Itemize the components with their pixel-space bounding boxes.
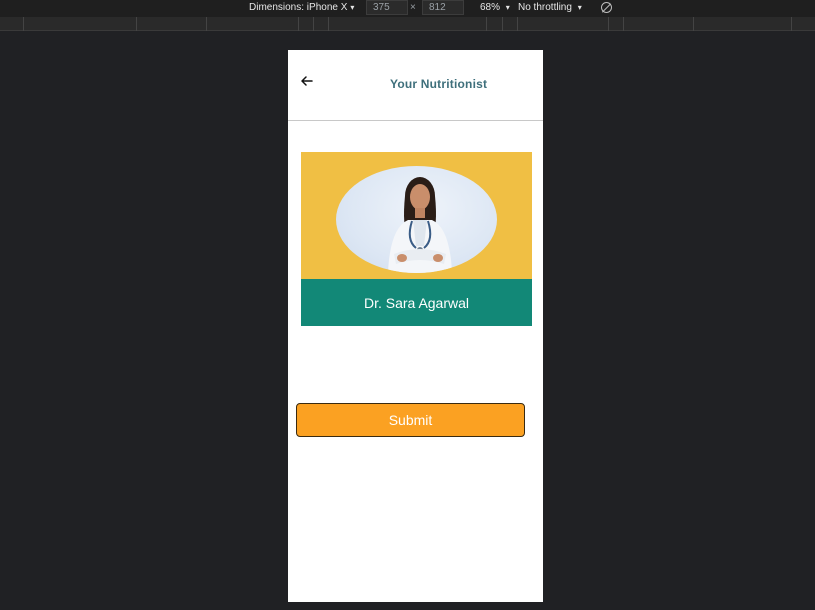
viewport-width-input[interactable]: 375 bbox=[366, 0, 408, 15]
viewport-height-input[interactable]: 812 bbox=[422, 0, 464, 15]
mobile-viewport: Your Nutritionist Dr. Sara Agarwal Submi… bbox=[288, 50, 543, 602]
submit-button[interactable]: Submit bbox=[296, 403, 525, 437]
back-button[interactable] bbox=[298, 72, 316, 90]
chevron-down-icon: ▾ bbox=[350, 3, 355, 12]
devtools-toolbar: Dimensions: iPhone X ▾ 375 × 812 68% ▾ No… bbox=[0, 0, 815, 17]
arrow-left-icon bbox=[301, 76, 313, 86]
rotate-icon[interactable] bbox=[601, 2, 612, 13]
chevron-down-icon: ▾ bbox=[505, 3, 510, 12]
throttling-label: No throttling bbox=[518, 2, 572, 13]
media-query-ruler[interactable] bbox=[0, 17, 815, 31]
nutritionist-card[interactable]: Dr. Sara Agarwal bbox=[301, 152, 532, 326]
dimension-separator: × bbox=[410, 2, 416, 13]
page-title: Your Nutritionist bbox=[390, 77, 488, 91]
nutritionist-name: Dr. Sara Agarwal bbox=[363, 294, 470, 311]
doctor-portrait-image bbox=[336, 166, 497, 273]
chevron-down-icon: ▾ bbox=[577, 3, 582, 12]
card-image-area bbox=[301, 152, 532, 279]
device-dimensions-label: Dimensions: iPhone X bbox=[249, 2, 348, 13]
card-name-bar: Dr. Sara Agarwal bbox=[301, 279, 532, 326]
app-header: Your Nutritionist bbox=[288, 50, 543, 121]
zoom-label: 68% bbox=[480, 2, 501, 13]
zoom-dropdown[interactable]: 68% ▾ bbox=[480, 2, 510, 13]
device-dimensions-dropdown[interactable]: Dimensions: iPhone X ▾ bbox=[249, 2, 354, 13]
throttling-dropdown[interactable]: No throttling ▾ bbox=[518, 2, 582, 13]
